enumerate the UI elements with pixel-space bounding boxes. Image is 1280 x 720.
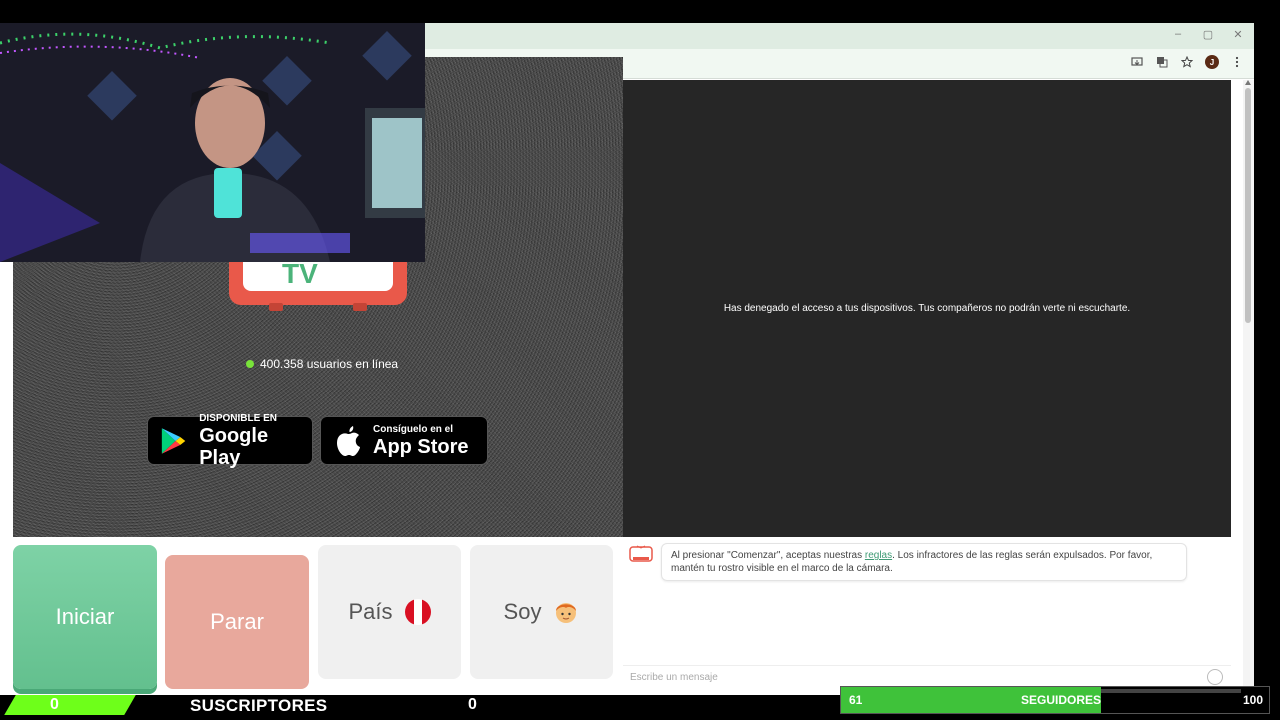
google-play-big-text: Google Play	[199, 424, 269, 469]
close-button[interactable]: ✕	[1232, 28, 1244, 41]
app-store-button[interactable]: Consíguelo en el App Store	[320, 416, 488, 465]
toolbar-icons: J	[1130, 55, 1244, 69]
boy-emoji-icon	[553, 599, 579, 625]
subscribers-progress	[4, 695, 136, 715]
scroll-thumb[interactable]	[1245, 88, 1251, 323]
gender-label: Soy	[503, 599, 542, 624]
start-button[interactable]: Iniciar	[13, 545, 157, 689]
followers-bar: 61 SEGUIDORES 100	[840, 686, 1270, 714]
online-status-dot	[246, 360, 254, 368]
country-selector[interactable]: País	[318, 545, 461, 679]
minimize-button[interactable]: –	[1172, 28, 1184, 41]
subscribers-label: SUSCRIPTORES	[190, 696, 328, 715]
followers-goal: 100	[1242, 693, 1263, 707]
google-play-button[interactable]: DISPONIBLE EN Google Play	[147, 412, 313, 469]
install-app-icon[interactable]	[1130, 55, 1144, 69]
peru-flag-icon	[404, 599, 431, 625]
chat-panel: Al presionar "Comenzar", aceptas nuestra…	[623, 537, 1231, 689]
logo-text: TV	[282, 258, 318, 289]
gender-selector[interactable]: Soy	[470, 545, 613, 679]
apple-icon	[337, 425, 360, 456]
system-message: Al presionar "Comenzar", aceptas nuestra…	[661, 543, 1187, 581]
country-label: País	[348, 599, 393, 624]
message-input-placeholder: Escribe un mensaje	[630, 672, 718, 683]
followers-current: 61	[849, 693, 863, 707]
online-users: 400.358 usuarios en línea	[246, 357, 398, 371]
streamer-webcam-overlay	[0, 23, 425, 262]
rules-link[interactable]: reglas	[865, 550, 892, 561]
google-play-small-text: DISPONIBLE EN	[199, 412, 277, 424]
app-store-small-text: Consíguelo en el	[373, 423, 454, 435]
followers-track	[1101, 689, 1241, 693]
app-store-big-text: App Store	[373, 435, 469, 458]
device-denied-message: Has denegado el acceso a tus dispositivo…	[723, 303, 1131, 314]
restore-button[interactable]: ▢	[1202, 28, 1214, 41]
translate-icon[interactable]	[1155, 55, 1169, 69]
more-menu-icon[interactable]	[1230, 55, 1244, 69]
subscribers-bar: 0 SUSCRIPTORES 0	[0, 695, 530, 720]
profile-avatar[interactable]: J	[1205, 55, 1219, 69]
system-message-text-start: Al presionar "Comenzar", aceptas nuestra…	[671, 550, 865, 561]
followers-label: SEGUIDORES	[1021, 693, 1102, 707]
webcam-scene	[0, 23, 425, 262]
bookmark-star-icon[interactable]	[1180, 55, 1194, 69]
subscribers-current: 0	[50, 696, 59, 713]
online-count-text: 400.358 usuarios en línea	[260, 357, 399, 371]
subscribers-goal: 0	[468, 696, 477, 713]
scroll-up-arrow-icon[interactable]	[1245, 80, 1251, 85]
chat-tv-logo-icon	[629, 545, 653, 562]
window-controls: – ▢ ✕	[1172, 28, 1244, 41]
google-play-icon	[161, 427, 186, 454]
page-scrollbar[interactable]	[1243, 80, 1254, 695]
stop-button[interactable]: Parar	[165, 555, 309, 689]
partner-video-panel: Has denegado el acceso a tus dispositivo…	[623, 80, 1231, 537]
emoji-picker-icon[interactable]	[1207, 669, 1223, 685]
